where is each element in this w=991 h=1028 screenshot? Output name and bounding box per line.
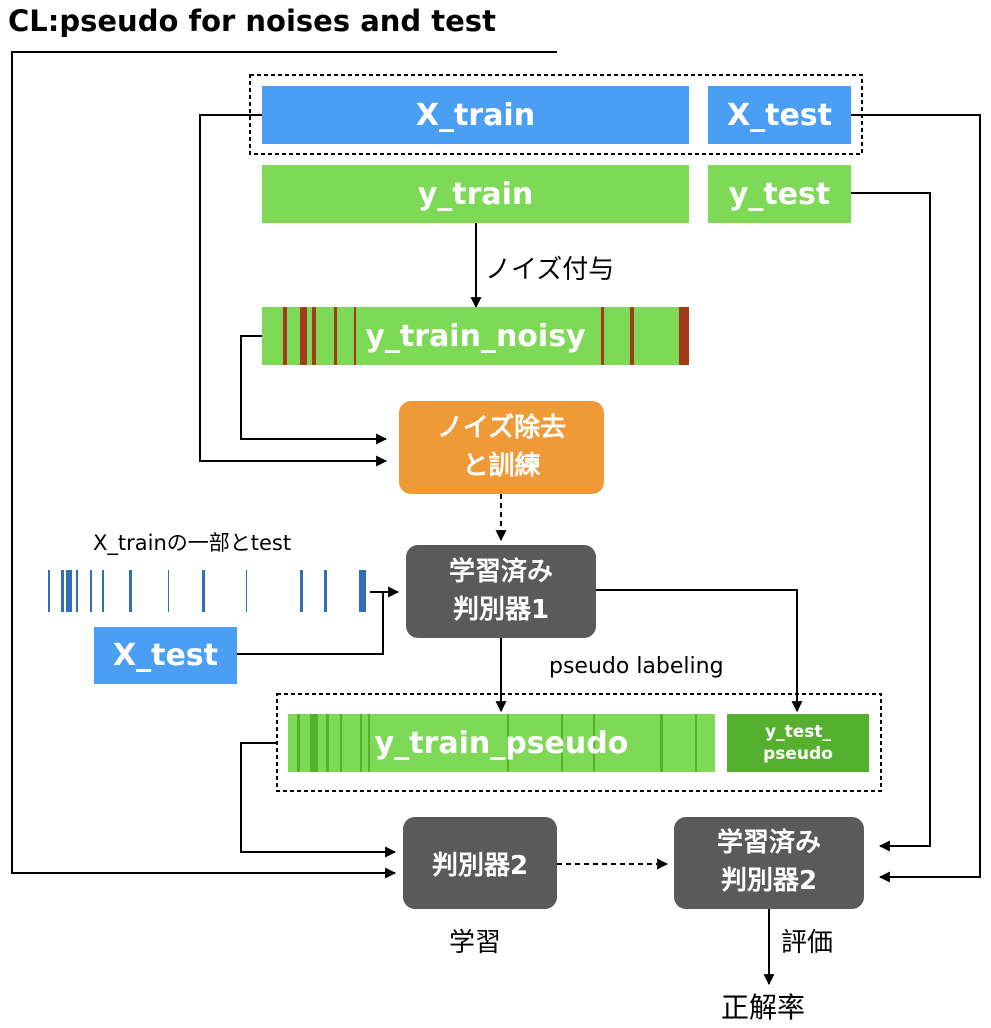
- y-test-pseudo-line1: y_test_: [765, 721, 831, 742]
- pseudo-stripe: [360, 714, 362, 772]
- trained1-line2: 判別器1: [452, 594, 550, 625]
- subset-stripes: [48, 570, 366, 612]
- pseudo-stripe: [695, 714, 697, 772]
- noise-stripe: [679, 307, 689, 365]
- trained2-line1: 学習済み: [716, 828, 821, 859]
- trained-classifier-2: 学習済み 判別器2: [674, 817, 864, 909]
- arrow-xtest-to-trained2: [851, 114, 981, 883]
- arrow-trained1-to-ytestpseudo: [596, 589, 803, 713]
- classifier-2: 判別器2: [403, 817, 557, 909]
- pseudo-stripe: [297, 714, 300, 772]
- add-noise-label: ノイズ付与: [485, 255, 615, 285]
- x-train-box: X_train: [262, 86, 689, 144]
- noise-stripe: [300, 307, 307, 365]
- pseudo-labeling-label: pseudo labeling: [549, 654, 724, 679]
- y-test-pseudo-box: y_test_ pseudo: [727, 714, 869, 772]
- y-test-pseudo-line2: pseudo: [763, 744, 833, 764]
- y-train-pseudo-label: y_train_pseudo: [374, 725, 629, 761]
- x-test-top-box: X_test: [708, 86, 851, 144]
- pseudo-stripe: [340, 714, 342, 772]
- learn-label: 学習: [449, 928, 502, 958]
- noise-stripe: [354, 307, 356, 365]
- y-train-noisy-box: y_train_noisy: [262, 307, 689, 365]
- trained1-line1: 学習済み: [448, 556, 553, 587]
- trained-classifier-1: 学習済み 判別器1: [406, 545, 596, 638]
- pseudo-stripe: [326, 714, 329, 772]
- noise-stripe: [630, 307, 634, 365]
- denoise-line1: ノイズ除去: [436, 412, 567, 443]
- denoise-train-box: ノイズ除去 と訓練: [399, 401, 604, 494]
- noise-stripe: [312, 307, 316, 365]
- y-test-box: y_test: [708, 165, 851, 223]
- subset-caption: X_trainの一部とtest: [93, 531, 292, 555]
- y-train-noisy-label: y_train_noisy: [365, 318, 586, 354]
- accuracy-label: 正解率: [721, 991, 806, 1024]
- pseudo-stripe: [368, 714, 370, 772]
- y-train-pseudo-box: y_train_pseudo: [288, 714, 715, 772]
- trained2-line2: 判別器2: [720, 866, 818, 896]
- pseudo-stripe: [310, 714, 318, 772]
- y-train-box: y_train: [262, 165, 689, 223]
- noise-stripe: [334, 307, 337, 365]
- denoise-line2: と訓練: [462, 450, 541, 481]
- evaluate-label: 評価: [781, 928, 834, 958]
- x-test-left-box: X_test: [94, 627, 237, 684]
- pseudo-stripe: [660, 714, 663, 772]
- noise-stripe: [283, 307, 287, 365]
- noise-stripe: [601, 307, 604, 365]
